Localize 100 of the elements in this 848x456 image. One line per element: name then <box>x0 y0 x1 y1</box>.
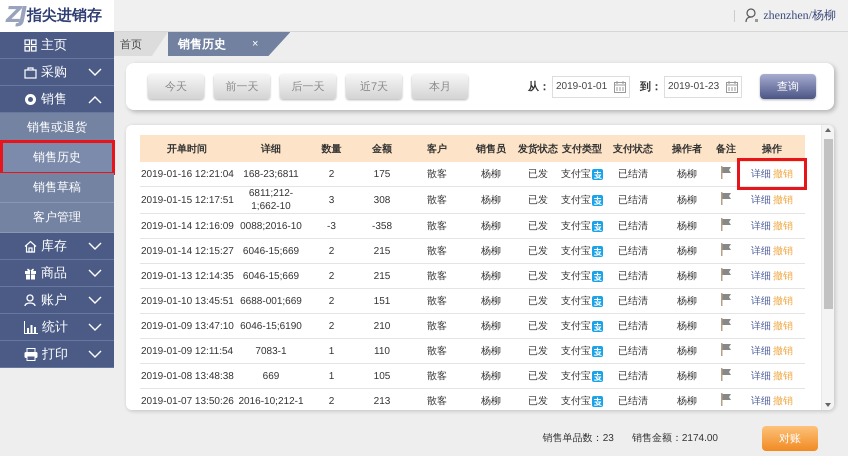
detail-link[interactable]: 详细 <box>751 194 771 206</box>
flag-icon[interactable] <box>720 218 732 230</box>
start-date-field[interactable]: 2019-01-01 <box>552 76 630 98</box>
table-cell: 6046-15;6190 <box>240 320 302 332</box>
date-range-button[interactable]: 后一天 <box>280 74 336 99</box>
query-button[interactable]: 查询 <box>760 74 816 99</box>
detail-link[interactable]: 详细 <box>751 246 771 256</box>
table-cell: 支付宝 <box>561 344 603 358</box>
detail-link[interactable]: 详细 <box>751 220 771 232</box>
flag-icon[interactable] <box>720 392 732 406</box>
close-icon[interactable]: × <box>252 38 258 50</box>
sidebar-subitem[interactable]: 销售草稿 <box>0 173 114 203</box>
scroll-up-icon[interactable] <box>825 128 831 132</box>
sidebar-item[interactable]: 主页 <box>0 32 114 59</box>
table-cell: 2 <box>328 396 334 406</box>
tab[interactable]: 首页 <box>114 32 168 56</box>
table-cell: 杨柳 <box>677 320 697 332</box>
detail-link[interactable]: 详细 <box>751 270 771 282</box>
chevron-icon <box>88 296 102 304</box>
table-cell: 支付宝 <box>561 320 603 332</box>
table-cell: 已发 <box>528 396 548 406</box>
date-range-button[interactable]: 今天 <box>148 74 204 99</box>
date-range-button[interactable]: 近7天 <box>346 74 402 99</box>
table-cell: 175 <box>374 168 390 180</box>
table-cell: 已结清 <box>618 168 648 180</box>
end-date-field[interactable]: 2019-01-23 <box>664 76 742 98</box>
sidebar-item[interactable]: 采购 <box>0 59 114 86</box>
gift-icon <box>24 266 37 280</box>
table-cell: -3 <box>327 220 336 232</box>
table-cell: 散客 <box>427 396 447 406</box>
tab[interactable]: 销售历史 × <box>168 32 290 56</box>
payment-badge-icon <box>592 370 603 382</box>
table-cell: 1 <box>328 370 334 382</box>
table-cell: 0088;2016-10 <box>240 220 302 232</box>
revoke-link[interactable]: 撤销 <box>773 246 793 256</box>
table-cell: 杨柳 <box>481 346 501 356</box>
revoke-link[interactable]: 撤销 <box>773 220 793 232</box>
sidebar-item[interactable]: 销售 <box>0 86 114 113</box>
detail-link[interactable]: 详细 <box>751 370 771 382</box>
flag-icon[interactable] <box>720 268 732 280</box>
detail-link[interactable]: 详细 <box>751 168 771 180</box>
sidebar-item[interactable]: 账户 <box>0 287 114 314</box>
column-header: 开单时间 <box>140 135 234 162</box>
detail-link[interactable]: 详细 <box>751 320 771 332</box>
sidebar-item[interactable]: 打印 <box>0 341 114 368</box>
reconcile-button[interactable]: 对账 <box>762 426 818 450</box>
table-cell: 杨柳 <box>677 220 697 232</box>
column-header: 操作者 <box>661 135 713 162</box>
table-cell: 支付宝 <box>561 394 603 408</box>
date-range-button[interactable]: 本月 <box>412 74 468 99</box>
sidebar-item[interactable]: 统计 <box>0 314 114 341</box>
detail-link[interactable]: 详细 <box>751 296 771 306</box>
flag-icon[interactable] <box>720 342 732 356</box>
table-cell: 支付宝 <box>561 194 603 206</box>
user-icon <box>745 8 760 23</box>
table-cell: 杨柳 <box>481 194 501 206</box>
sidebar-item[interactable]: 商品 <box>0 260 114 287</box>
table-cell: 支付宝 <box>561 270 603 282</box>
flag-icon[interactable] <box>720 242 732 256</box>
flag-icon[interactable] <box>720 368 732 380</box>
scroll-down-icon[interactable] <box>825 403 831 407</box>
detail-link[interactable]: 详细 <box>751 346 771 356</box>
flag-icon[interactable] <box>720 292 732 306</box>
sidebar-subitem[interactable]: 销售或退货 <box>0 113 114 143</box>
payment-badge-icon <box>592 296 603 306</box>
table-cell: 杨柳 <box>677 396 697 406</box>
table-cell: 已发 <box>528 246 548 256</box>
revoke-link[interactable]: 撤销 <box>773 168 793 180</box>
grid-icon <box>24 38 37 52</box>
table-cell: 散客 <box>427 320 447 332</box>
scrollbar[interactable] <box>821 125 834 410</box>
column-header: 金额 <box>355 135 409 162</box>
date-range-button[interactable]: 前一天 <box>214 74 270 99</box>
table-cell: 6046-15;669 <box>242 246 300 256</box>
table-cell: 213 <box>374 396 390 406</box>
sidebar-subitem[interactable]: 客户管理 <box>0 203 114 233</box>
sidebar-subitem[interactable]: 销售历史 <box>0 143 114 173</box>
revoke-link[interactable]: 撤销 <box>773 370 793 382</box>
table-cell: 杨柳 <box>481 396 501 406</box>
table-cell: 6688-001;669 <box>240 296 302 306</box>
sidebar-item[interactable]: 库存 <box>0 233 114 260</box>
table-cell: 2019-01-09 13:47:10 <box>141 320 234 332</box>
calendar-icon[interactable] <box>726 80 738 92</box>
revoke-link[interactable]: 撤销 <box>773 320 793 332</box>
table-cell: 669 <box>262 370 280 382</box>
flag-icon[interactable] <box>720 192 732 204</box>
app-name: 指尖进销存 <box>27 6 102 25</box>
table-cell: 215 <box>374 246 390 256</box>
table-cell: 2019-01-16 12:21:04 <box>141 168 234 180</box>
revoke-link[interactable]: 撤销 <box>773 296 793 306</box>
flag-icon[interactable] <box>720 318 732 330</box>
table-cell: 2019-01-14 12:16:09 <box>141 220 234 232</box>
table-cell: 已发 <box>528 168 548 180</box>
revoke-link[interactable]: 撤销 <box>773 346 793 356</box>
detail-link[interactable]: 详细 <box>751 396 771 406</box>
revoke-link[interactable]: 撤销 <box>773 270 793 282</box>
revoke-link[interactable]: 撤销 <box>773 396 793 406</box>
revoke-link[interactable]: 撤销 <box>773 194 793 206</box>
flag-icon[interactable] <box>720 166 732 178</box>
calendar-icon[interactable] <box>614 80 626 92</box>
